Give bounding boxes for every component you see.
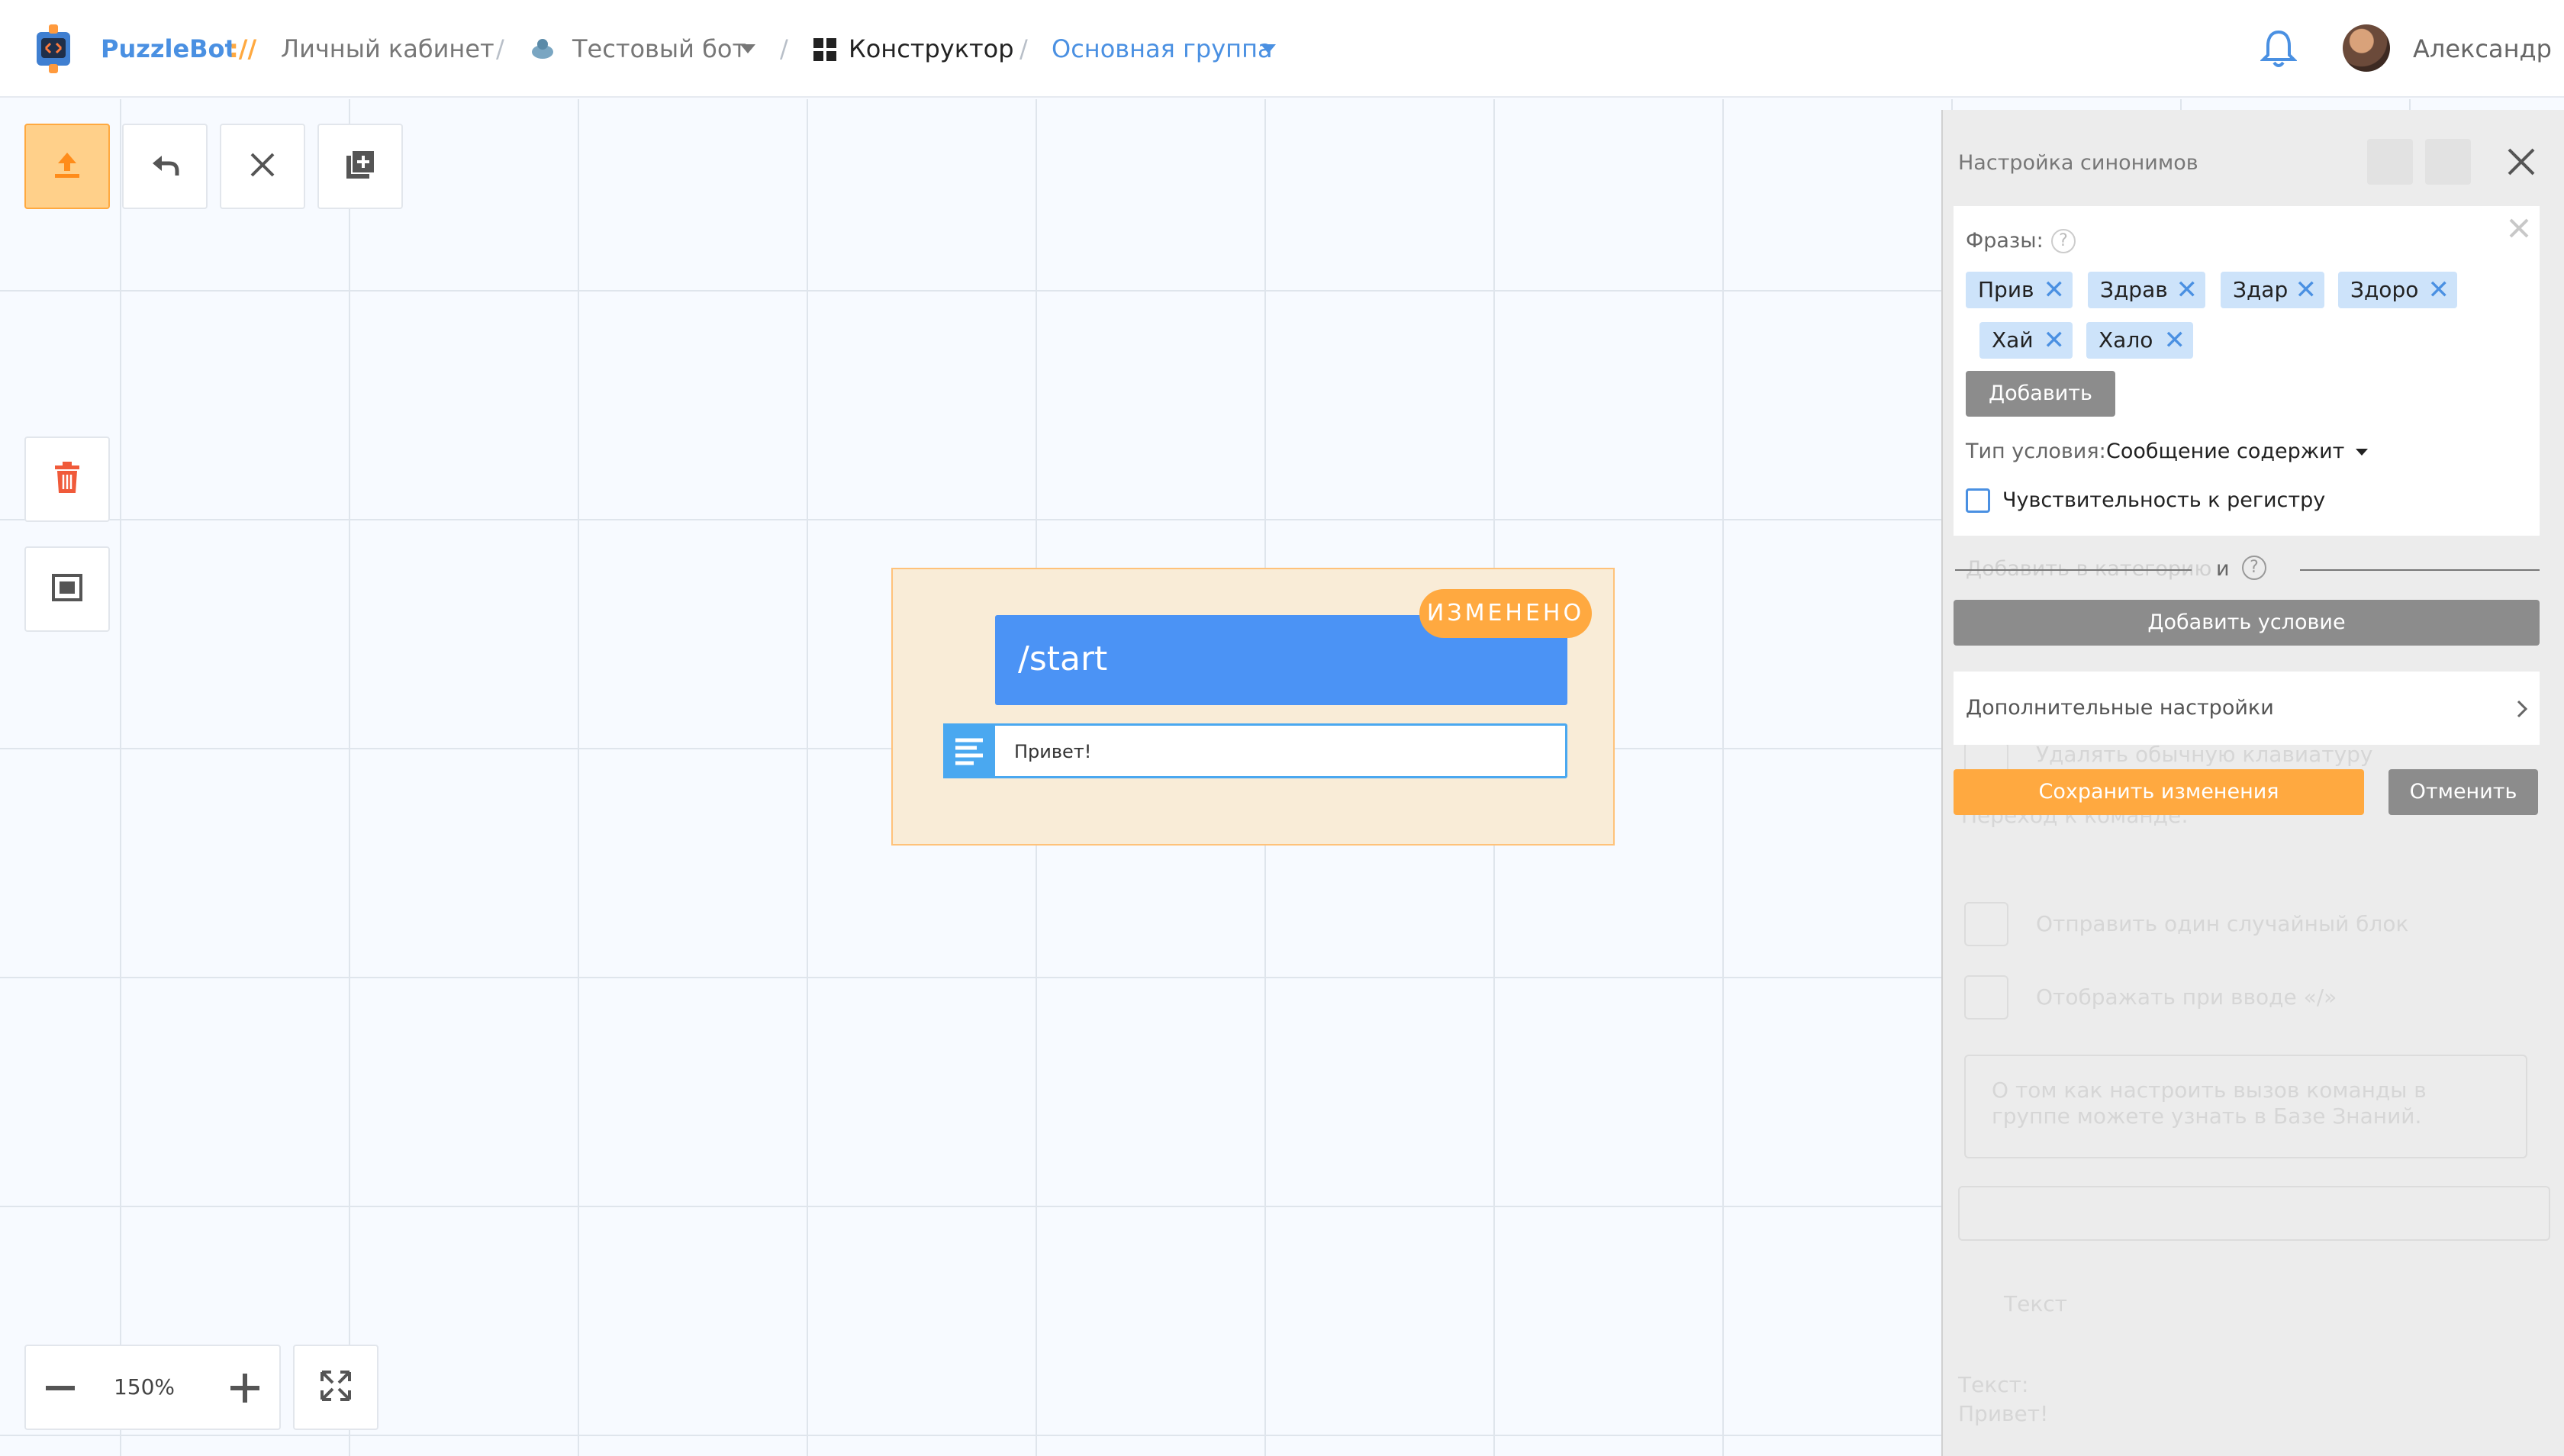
phrase-text: Хало — [2099, 327, 2153, 353]
zoom-out-button[interactable] — [41, 1369, 79, 1407]
chevron-down-icon[interactable] — [1261, 44, 1276, 53]
avatar[interactable] — [2343, 24, 2390, 72]
undo-button[interactable] — [122, 124, 208, 209]
phrase-text: Хай — [1992, 327, 2034, 353]
breadcrumb-separator: / — [780, 34, 788, 63]
phrase-chip[interactable]: Здар ✕ — [2221, 272, 2324, 308]
breadcrumb-separator: / — [1019, 34, 1028, 63]
divider-left — [1955, 569, 2192, 571]
brand-name[interactable]: PuzzleBot — [101, 29, 237, 69]
delete-button[interactable] — [24, 436, 110, 522]
breadcrumb-bot[interactable]: Тестовый бот — [572, 29, 746, 69]
top-header: PuzzleBot :// Личный кабинет / Тестовый … — [0, 0, 2564, 98]
breadcrumb-group[interactable]: Основная группа — [1052, 29, 1273, 69]
send-random-checkbox[interactable] — [1964, 902, 2008, 946]
close-panel-button[interactable] — [2506, 147, 2537, 177]
close-icon — [2508, 218, 2530, 243]
bell-icon[interactable] — [2260, 29, 2298, 69]
chevron-right-icon — [2515, 699, 2529, 722]
add-phrase-button[interactable]: Добавить — [1966, 371, 2115, 417]
upload-button[interactable] — [24, 124, 110, 209]
message-text: Привет! — [1014, 741, 1092, 762]
remove-phrase-icon[interactable]: ✕ — [2044, 272, 2066, 308]
block-actions-bar — [1958, 1186, 2550, 1241]
remove-phrase-icon[interactable]: ✕ — [2428, 272, 2450, 308]
breadcrumb-constructor[interactable]: Конструктор — [849, 29, 1014, 69]
trash-icon — [52, 461, 82, 498]
cancel-button[interactable]: Отменить — [2388, 769, 2538, 815]
show-input-label: Отображать при вводе «/» — [2036, 984, 2337, 1010]
case-sensitive-label: Чувствительность к регистру — [2002, 488, 2326, 512]
phrase-chip[interactable]: Здрав ✕ — [2088, 272, 2205, 308]
text-field-value: Привет! — [1958, 1401, 2049, 1426]
fullscreen-icon — [317, 1367, 354, 1407]
phrase-chip[interactable]: Здоро ✕ — [2338, 272, 2457, 308]
condition-type-select[interactable]: Сообщение содержит — [2106, 436, 2368, 467]
remove-phrase-icon[interactable]: ✕ — [2176, 272, 2198, 308]
fit-screen-button[interactable] — [24, 546, 110, 632]
add-block-button[interactable] — [317, 124, 403, 209]
zoom-level: 150% — [113, 1374, 176, 1400]
remove-phrase-icon[interactable]: ✕ — [2295, 272, 2318, 308]
help-icon[interactable]: ? — [2242, 556, 2266, 580]
grid-icon — [813, 38, 836, 61]
zoom-in-button[interactable] — [226, 1369, 264, 1407]
extra-settings-label: Дополнительные настройки — [1966, 696, 2274, 720]
puzzlebot-logo-icon[interactable] — [29, 21, 78, 76]
command-title: /start — [1018, 639, 1108, 678]
status-badge: ИЗМЕНЕНО — [1419, 589, 1592, 638]
phrase-text: Прив — [1978, 277, 2034, 302]
info-text: О том как настроить вызов команды в груп… — [1992, 1078, 2427, 1129]
send-random-label: Отправить один случайный блок — [2036, 911, 2409, 936]
text-block-icon — [943, 723, 995, 778]
divider-right — [2300, 569, 2540, 571]
text-field-label: Текст: — [1958, 1372, 2029, 1397]
close-icon — [247, 150, 278, 183]
copy-button[interactable] — [2425, 139, 2471, 185]
phrase-chip[interactable]: Прив ✕ — [1966, 272, 2073, 308]
plus-icon — [226, 1374, 264, 1410]
fullscreen-button[interactable] — [293, 1345, 378, 1430]
save-changes-button[interactable]: Сохранить изменения — [1954, 769, 2364, 815]
remove-keyboard-label: Удалять обычную клавиатуру — [2036, 742, 2373, 767]
chevron-down-icon[interactable] — [740, 44, 755, 53]
phrases-label: Фразы: — [1966, 229, 2044, 253]
breadcrumb-separator: / — [496, 34, 504, 63]
bell-button[interactable] — [2367, 139, 2413, 185]
breadcrumb-cabinet[interactable]: Личный кабинет — [281, 29, 494, 69]
message-block[interactable]: Привет! — [943, 723, 1567, 778]
condition-type-value: Сообщение содержит — [2106, 440, 2345, 463]
user-name[interactable]: Александр — [2413, 29, 2552, 69]
zoom-control: 150% — [24, 1345, 281, 1430]
fit-screen-icon — [50, 572, 84, 606]
caret-down-icon — [2355, 449, 2368, 456]
and-label: и — [2216, 557, 2230, 581]
phrase-text: Здар — [2233, 277, 2289, 302]
remove-phrase-icon[interactable]: ✕ — [2044, 322, 2066, 359]
case-sensitive-checkbox[interactable] — [1966, 488, 1990, 513]
close-icon — [2506, 148, 2537, 180]
library-add-icon — [343, 148, 377, 185]
phrase-text: Здоро — [2350, 277, 2419, 302]
remove-phrase-icon[interactable]: ✕ — [2164, 322, 2186, 359]
phrase-chip[interactable]: Хало ✕ — [2086, 322, 2193, 359]
phrase-text: Здрав — [2100, 277, 2168, 302]
upload-icon — [50, 148, 84, 185]
extra-settings-row[interactable]: Дополнительные настройки — [1954, 672, 2540, 745]
close-card-button[interactable] — [2508, 217, 2530, 240]
help-icon[interactable]: ? — [2051, 229, 2076, 253]
undo-icon — [148, 148, 182, 185]
text-block-header: Текст — [2004, 1291, 2067, 1316]
add-condition-button[interactable]: Добавить условие — [1954, 600, 2540, 646]
brand-separator: :// — [229, 34, 257, 63]
phrase-chip[interactable]: Хай ✕ — [1979, 322, 2073, 359]
panel-title: Настройка синонимов — [1958, 151, 2198, 175]
condition-type-label: Тип условия: — [1966, 440, 2106, 463]
show-input-checkbox[interactable] — [1964, 975, 2008, 1020]
bot-avatar-icon — [530, 37, 556, 60]
minus-icon — [41, 1386, 79, 1410]
close-canvas-button[interactable] — [220, 124, 305, 209]
